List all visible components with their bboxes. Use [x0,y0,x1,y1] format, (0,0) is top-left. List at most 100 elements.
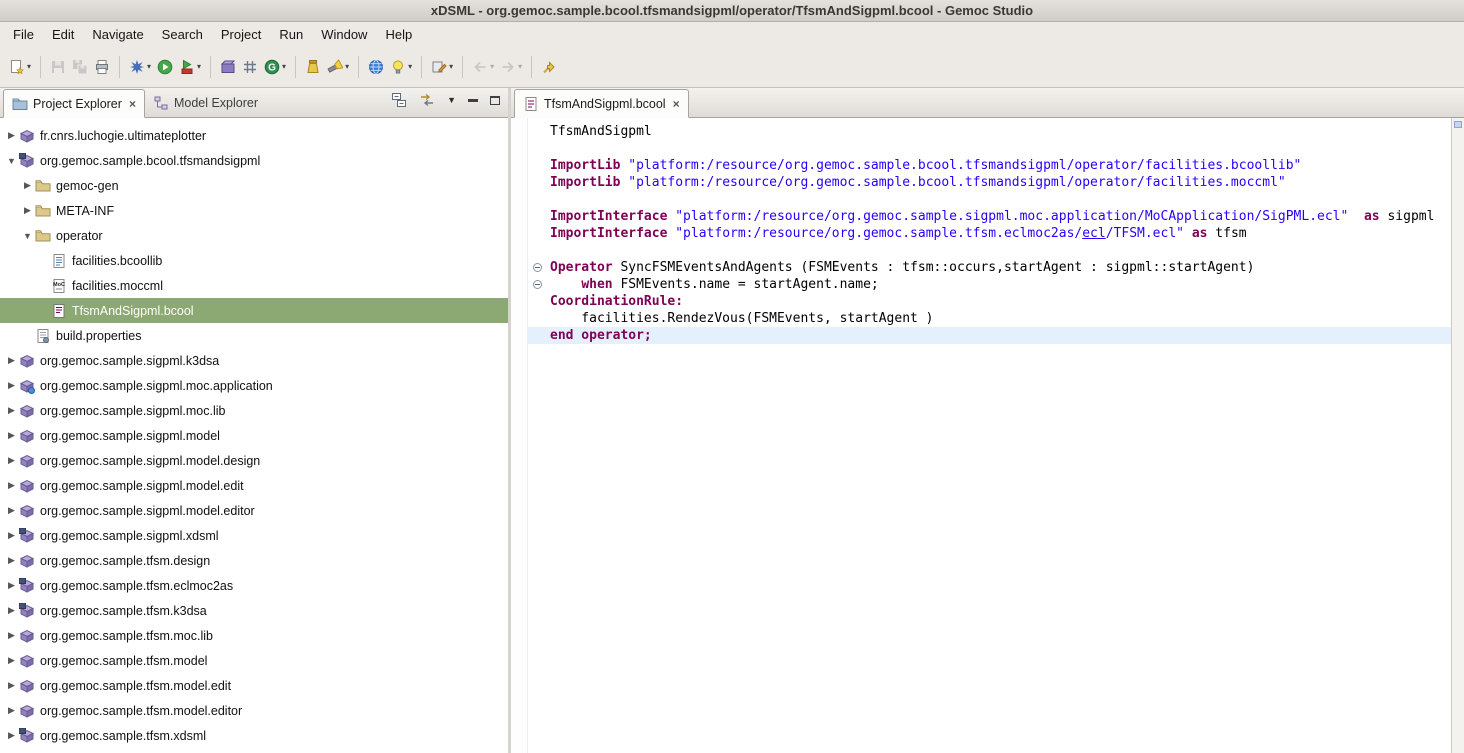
annotation-ruler[interactable] [511,118,528,753]
close-icon[interactable]: × [673,97,680,111]
expand-arrow-icon[interactable]: ▶ [4,655,19,666]
expand-arrow-icon[interactable]: ▶ [4,480,19,491]
tree-item-org.gemoc.sample.tfsm.eclmoc2as[interactable]: ▶org.gemoc.sample.tfsm.eclmoc2as [0,573,508,598]
last-edit-button[interactable] [538,55,560,79]
tree-item-org.gemoc.sample.tfsm.model.editor[interactable]: ▶org.gemoc.sample.tfsm.model.editor [0,698,508,723]
tree-item-org.gemoc.sample.sigpml.moc.lib[interactable]: ▶org.gemoc.sample.sigpml.moc.lib [0,398,508,423]
tree-item-gemoc-gen[interactable]: ▶gemoc-gen [0,173,508,198]
tree-item-org.gemoc.sample.bcool.tfsmandsigpml[interactable]: ▼org.gemoc.sample.bcool.tfsmandsigpml [0,148,508,173]
tree-item-org.gemoc.sample.sigpml.xdsml[interactable]: ▶org.gemoc.sample.sigpml.xdsml [0,523,508,548]
expand-arrow-icon[interactable]: ▶ [4,630,19,641]
expand-arrow-icon[interactable]: ▶ [4,605,19,616]
expand-arrow-icon[interactable]: ▶ [4,130,19,141]
collapse-all-button[interactable] [391,92,407,108]
expand-arrow-icon[interactable]: ▶ [20,205,35,216]
tree-item-org.gemoc.sample.sigpml.model[interactable]: ▶org.gemoc.sample.sigpml.model [0,423,508,448]
code-line[interactable] [528,191,1451,208]
new-project-button[interactable] [217,55,239,79]
tree-item-org.gemoc.sample.tfsm.model[interactable]: ▶org.gemoc.sample.tfsm.model [0,648,508,673]
dropdown-arrow-icon[interactable]: ▾ [449,62,453,71]
tree-item-fr.cnrs.luchogie.ultimateplotter[interactable]: ▶fr.cnrs.luchogie.ultimateplotter [0,123,508,148]
code-line[interactable]: ImportLib "platform:/resource/org.gemoc.… [528,174,1451,191]
expand-arrow-icon[interactable]: ▶ [20,180,35,191]
gemoc-button[interactable]: G▾ [261,55,289,79]
code-line[interactable]: end operator; [528,327,1451,344]
code-line[interactable]: TfsmAndSigpml [528,123,1451,140]
maximize-button[interactable] [490,96,500,105]
code-line[interactable]: facilities.RendezVous(FSMEvents, startAg… [528,310,1451,327]
dropdown-arrow-icon[interactable]: ▾ [408,62,412,71]
expand-arrow-icon[interactable]: ▶ [4,555,19,566]
code-line[interactable] [528,242,1451,259]
expand-arrow-icon[interactable]: ▶ [4,705,19,716]
tree-item-operator[interactable]: ▼operator [0,223,508,248]
expand-arrow-icon[interactable]: ▶ [4,505,19,516]
expand-arrow-icon[interactable]: ▶ [4,580,19,591]
dropdown-arrow-icon[interactable]: ▾ [197,62,201,71]
dropdown-arrow-icon[interactable]: ▾ [147,62,151,71]
new-wizard-button[interactable]: ▾ [6,55,34,79]
code-editor[interactable]: TfsmAndSigpml ImportLib "platform:/resou… [528,118,1451,753]
tree-item-org.gemoc.sample.tfsm.xdsml[interactable]: ▶org.gemoc.sample.tfsm.xdsml [0,723,508,748]
expand-arrow-icon[interactable]: ▶ [4,530,19,541]
expand-arrow-icon[interactable]: ▶ [4,730,19,741]
code-line[interactable] [528,140,1451,157]
annotation-button[interactable]: ▾ [428,55,456,79]
menu-run[interactable]: Run [270,24,312,45]
menu-edit[interactable]: Edit [43,24,83,45]
tree-item-org.gemoc.sample.tfsm.model.edit[interactable]: ▶org.gemoc.sample.tfsm.model.edit [0,673,508,698]
overview-ruler[interactable] [1451,118,1464,753]
tree-item-TfsmAndSigpml.bcool[interactable]: TfsmAndSigpml.bcool [0,298,508,323]
tree-item-org.gemoc.sample.sigpml.k3dsa[interactable]: ▶org.gemoc.sample.sigpml.k3dsa [0,348,508,373]
tree-item-META-INF[interactable]: ▶META-INF [0,198,508,223]
expand-arrow-icon[interactable]: ▶ [4,405,19,416]
open-type-button[interactable] [302,55,324,79]
tab-project-explorer[interactable]: Project Explorer × [3,89,145,118]
tree-item-build.properties[interactable]: build.properties [0,323,508,348]
menu-window[interactable]: Window [312,24,376,45]
dropdown-arrow-icon[interactable]: ▾ [345,62,349,71]
search-button[interactable]: ▾ [324,55,352,79]
tree-item-org.gemoc.sample.tfsm.design[interactable]: ▶org.gemoc.sample.tfsm.design [0,548,508,573]
code-line[interactable]: when FSMEvents.name = startAgent.name; [528,276,1451,293]
menu-help[interactable]: Help [376,24,421,45]
tab-editor-tfsmandsigpml[interactable]: TfsmAndSigpml.bcool × [514,89,689,118]
dropdown-arrow-icon[interactable]: ▾ [282,62,286,71]
run-button[interactable] [154,55,176,79]
collapse-arrow-icon[interactable]: ▼ [20,231,35,241]
tab-model-explorer[interactable]: Model Explorer [145,88,266,117]
menu-file[interactable]: File [4,24,43,45]
expand-arrow-icon[interactable]: ▶ [4,355,19,366]
collapse-arrow-icon[interactable]: ▼ [4,156,19,166]
expand-arrow-icon[interactable]: ▶ [4,430,19,441]
external-tools-button[interactable]: ▾ [176,55,204,79]
fold-collapse-icon[interactable] [528,276,546,293]
tree-item-org.gemoc.sample.sigpml.moc.application[interactable]: ▶org.gemoc.sample.sigpml.moc.application [0,373,508,398]
debug-button[interactable]: ▾ [126,55,154,79]
open-element-button[interactable]: ▾ [387,55,415,79]
code-line[interactable]: ImportInterface "platform:/resource/org.… [528,208,1451,225]
expand-arrow-icon[interactable]: ▶ [4,380,19,391]
web-browser-button[interactable] [365,55,387,79]
code-line[interactable]: ImportLib "platform:/resource/org.gemoc.… [528,157,1451,174]
expand-arrow-icon[interactable]: ▶ [4,455,19,466]
dropdown-arrow-icon[interactable]: ▾ [27,62,31,71]
tree-item-org.gemoc.sample.sigpml.model.editor[interactable]: ▶org.gemoc.sample.sigpml.model.editor [0,498,508,523]
minimize-button[interactable] [468,99,478,102]
expand-arrow-icon[interactable]: ▶ [4,680,19,691]
new-package-button[interactable] [239,55,261,79]
fold-collapse-icon[interactable] [528,259,546,276]
code-line[interactable]: CoordinationRule: [528,293,1451,310]
tree-item-facilities.bcoollib[interactable]: facilities.bcoollib [0,248,508,273]
menu-navigate[interactable]: Navigate [83,24,152,45]
tree-item-org.gemoc.sample.tfsm.k3dsa[interactable]: ▶org.gemoc.sample.tfsm.k3dsa [0,598,508,623]
tree-item-org.gemoc.sample.sigpml.model.design[interactable]: ▶org.gemoc.sample.sigpml.model.design [0,448,508,473]
tree-item-org.gemoc.sample.tfsm.moc.lib[interactable]: ▶org.gemoc.sample.tfsm.moc.lib [0,623,508,648]
close-icon[interactable]: × [129,97,136,111]
print-button[interactable] [91,55,113,79]
menu-search[interactable]: Search [153,24,212,45]
code-line[interactable]: ImportInterface "platform:/resource/org.… [528,225,1451,242]
link-with-editor-button[interactable] [419,92,435,108]
menu-project[interactable]: Project [212,24,270,45]
view-menu-button[interactable]: ▼ [447,95,456,105]
